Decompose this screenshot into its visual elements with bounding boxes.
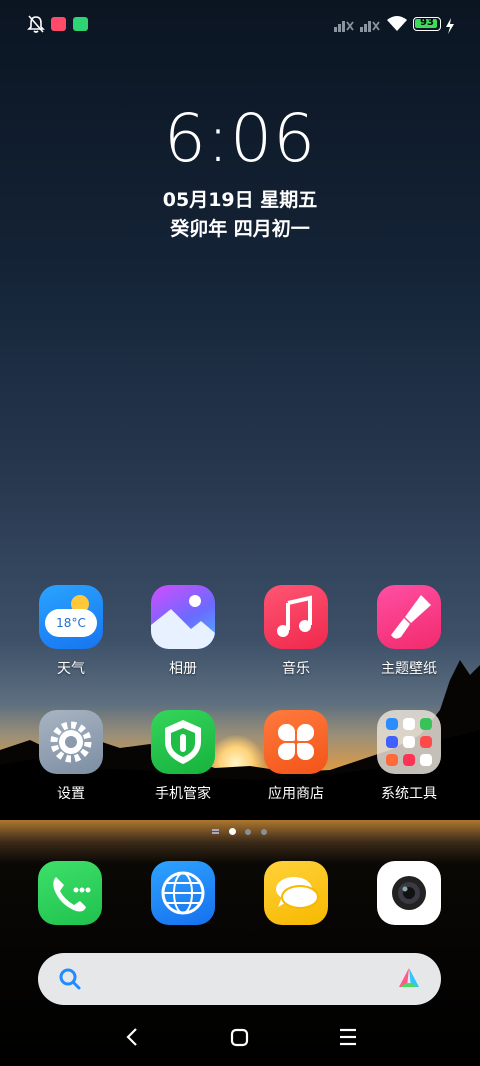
page-dot: [245, 829, 251, 835]
app-label: 手机管家: [155, 786, 211, 802]
app-gallery[interactable]: 相册: [128, 585, 238, 678]
home-icon[interactable]: [228, 1020, 252, 1054]
page-dot: [261, 829, 267, 835]
lunar-date-text: 癸卯年 四月初一: [170, 218, 310, 240]
app-label: 相册: [169, 661, 197, 677]
themes-icon: [377, 585, 441, 649]
clock-time: 6:06: [163, 100, 317, 177]
app-store[interactable]: 应用商店: [241, 710, 351, 803]
app-label: 系统工具: [381, 786, 437, 802]
app-folder-system-tools[interactable]: 系统工具: [354, 710, 464, 803]
app-label: 天气: [57, 661, 85, 677]
battery-icon: 93: [413, 17, 441, 31]
camera-icon[interactable]: [377, 861, 441, 925]
assistant-icon[interactable]: [395, 965, 423, 993]
weather-icon: 18°C: [39, 585, 103, 649]
messages-icon[interactable]: [264, 861, 328, 925]
app-weather[interactable]: 18°C 天气: [16, 585, 126, 678]
app-music[interactable]: 音乐: [241, 585, 351, 678]
app-security[interactable]: 手机管家: [128, 710, 238, 803]
app-settings[interactable]: 设置: [16, 710, 126, 803]
app-label: 音乐: [282, 661, 310, 677]
wifi-icon: [387, 16, 407, 31]
date-text: 05月19日 星期五: [162, 189, 318, 211]
search-bar[interactable]: [38, 953, 441, 1005]
browser-icon[interactable]: [151, 861, 215, 925]
page-indicator-menu-icon: [212, 829, 219, 831]
back-icon[interactable]: [120, 1020, 144, 1054]
charging-bolt-icon: [446, 18, 454, 34]
voicemail-icon: [51, 17, 66, 31]
gallery-icon: [151, 585, 215, 649]
app-notification-icon: [73, 17, 88, 31]
security-icon: [151, 710, 215, 774]
app-label: 应用商店: [268, 786, 324, 802]
app-themes[interactable]: 主题壁纸: [354, 585, 464, 678]
weather-temperature: 18°C: [56, 616, 86, 630]
search-icon: [59, 968, 81, 990]
app-label: 主题壁纸: [381, 661, 437, 677]
menu-icon[interactable]: [336, 1020, 360, 1054]
settings-icon: [39, 710, 103, 774]
phone-icon[interactable]: [38, 861, 102, 925]
signal-no-service-icon: [360, 21, 380, 32]
music-icon: [264, 585, 328, 649]
page-dot-active: [229, 828, 236, 835]
battery-level-text: 93: [420, 17, 434, 28]
page-indicator[interactable]: [0, 826, 480, 838]
status-bar: 93: [0, 0, 480, 50]
app-store-icon: [264, 710, 328, 774]
signal-no-service-icon: [334, 21, 354, 32]
folder-icon: [377, 710, 441, 774]
app-label: 设置: [57, 786, 85, 802]
mute-bell-icon: [27, 15, 45, 33]
